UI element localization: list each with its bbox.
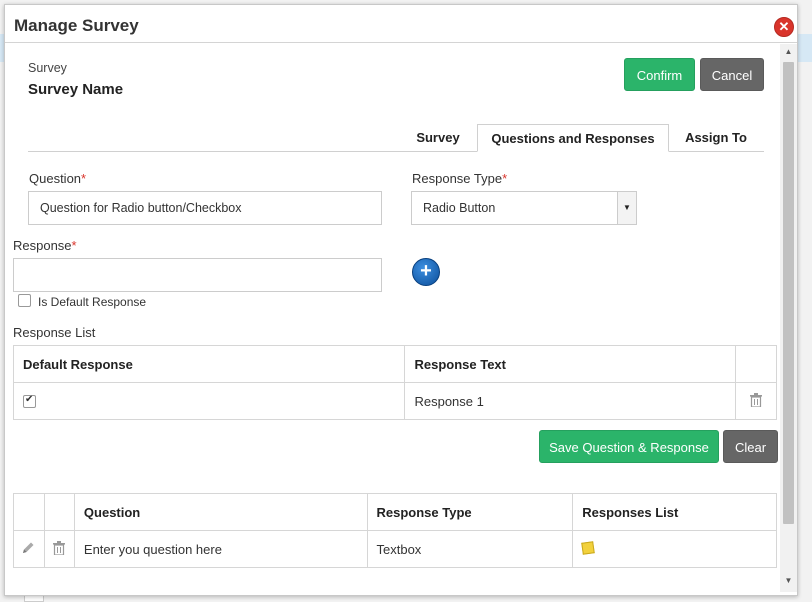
table-header-row: Question Response Type Responses List — [13, 493, 777, 531]
trash-icon[interactable] — [735, 382, 777, 420]
survey-label: Survey — [28, 61, 67, 75]
vertical-scrollbar[interactable]: ▲ ▼ — [780, 44, 797, 592]
column-header: Response Type — [366, 493, 574, 531]
column-header — [13, 493, 45, 531]
tab-assign-to[interactable]: Assign To — [678, 124, 754, 152]
question-label: Question* — [29, 171, 87, 186]
scroll-up-arrow-icon[interactable]: ▲ — [780, 44, 797, 60]
response-list-table: Default Response Response Text Response … — [12, 345, 777, 420]
close-icon[interactable]: ✕ — [774, 17, 794, 37]
pencil-icon[interactable] — [13, 530, 45, 568]
response-type-value: Radio Button — [423, 201, 496, 215]
questions-table: Question Response Type Responses List En… — [13, 493, 777, 568]
clear-button[interactable]: Clear — [723, 430, 778, 463]
response-type-cell: Textbox — [366, 530, 574, 568]
chevron-down-icon[interactable]: ▼ — [617, 192, 636, 224]
default-checkbox[interactable] — [23, 394, 36, 408]
column-header: Default Response — [12, 345, 406, 383]
column-header — [43, 493, 75, 531]
table-row: Response 1 — [12, 382, 777, 420]
dialog-content: Survey Survey Name Confirm Cancel Survey… — [5, 44, 780, 592]
table-row: Enter you question here Textbox — [13, 530, 777, 568]
dialog-header: Manage Survey ✕ — [5, 5, 797, 43]
note-icon[interactable] — [581, 540, 595, 555]
default-response-cell — [12, 382, 406, 420]
cancel-button[interactable]: Cancel — [700, 58, 764, 91]
response-type-label: Response Type* — [412, 171, 508, 186]
default-response-label: Is Default Response — [38, 295, 147, 309]
response-type-select[interactable]: Radio Button ▼ — [411, 191, 637, 225]
scroll-down-arrow-icon[interactable]: ▼ — [780, 573, 797, 589]
response-input[interactable] — [13, 258, 382, 292]
responses-list-cell — [572, 530, 777, 568]
dialog-title: Manage Survey — [14, 16, 139, 35]
survey-name: Survey Name — [28, 81, 124, 98]
response-label: Response* — [13, 238, 77, 253]
tab-questions-and-responses[interactable]: Questions and Responses — [477, 124, 669, 152]
column-header: Responses List — [572, 493, 777, 531]
confirm-button[interactable]: Confirm — [624, 58, 695, 91]
default-response-checkbox[interactable] — [18, 294, 31, 307]
save-question-response-button[interactable]: Save Question & Response — [539, 430, 719, 463]
column-header — [735, 345, 777, 383]
response-list-title: Response List — [13, 325, 96, 340]
column-header: Question — [73, 493, 368, 531]
question-cell: Enter you question here — [73, 530, 368, 568]
table-header-row: Default Response Response Text — [12, 345, 777, 383]
manage-survey-dialog: Manage Survey ✕ Survey Survey Name Confi… — [4, 4, 798, 596]
column-header: Response Text — [404, 345, 737, 383]
required-mark: * — [81, 171, 87, 186]
scroll-thumb[interactable] — [783, 62, 794, 524]
question-input[interactable]: Question for Radio button/Checkbox — [28, 191, 382, 225]
tab-survey[interactable]: Survey — [409, 124, 467, 152]
required-mark: * — [502, 171, 508, 186]
trash-icon[interactable] — [43, 530, 75, 568]
response-text-cell: Response 1 — [404, 382, 737, 420]
plus-icon[interactable]: + — [412, 258, 440, 286]
required-mark: * — [71, 238, 77, 253]
